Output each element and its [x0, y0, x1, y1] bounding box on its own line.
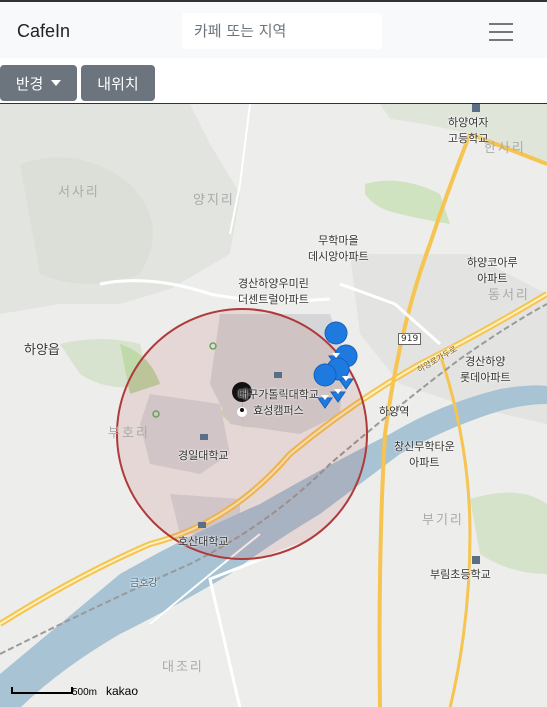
label-bohori: 부호리 — [108, 426, 150, 441]
label-muhak-apt: 무학마을 데시앙아파트 — [308, 234, 369, 263]
menu-toggle-button[interactable] — [478, 16, 524, 48]
brand-logo[interactable]: CafeIn — [17, 21, 70, 42]
label-hayang-girls-high: 하양여자 고등학교 — [448, 116, 489, 145]
label-sinmuhak-apt: 창신무학타운 아파트 — [394, 440, 455, 469]
navbar: CafeIn — [0, 0, 547, 58]
label-bugiri: 부기리 — [422, 513, 464, 528]
scale-bar — [11, 687, 73, 694]
kakao-attribution: kakao — [106, 684, 139, 698]
my-location-button[interactable]: 내위치 — [81, 65, 155, 101]
radius-label: 반경 — [15, 74, 44, 93]
map-toolbar: 반경 내위치 — [0, 58, 547, 103]
label-hayang-koaru: 하양코아루 아파트 — [467, 256, 518, 285]
label-kyungil-univ: 경일대학교 — [178, 449, 229, 462]
scale-label: 500m — [72, 687, 98, 698]
label-hoseo-univ: 호산대학교 — [178, 535, 229, 548]
map-view[interactable]: 하양여자 고등학교 한사리 서사리 양지리 무학마을 데시앙아파트 하양코아루 아파트… — [0, 103, 547, 707]
caret-down-icon — [51, 80, 62, 86]
hamburger-icon — [489, 23, 513, 25]
label-catholic-univ: 대구가톨릭대학교 효성캠퍼스 — [238, 388, 319, 417]
my-location-label: 내위치 — [97, 74, 139, 93]
label-hayang-lotte: 경산하양 롯데아파트 — [460, 355, 511, 384]
label-geumho-river: 금호강 — [130, 578, 158, 589]
label-route-919: 919 — [398, 333, 422, 345]
label-yangjiri: 양지리 — [193, 193, 235, 208]
label-burim-school: 부림초등학교 — [430, 568, 491, 581]
radius-dropdown-button[interactable]: 반경 — [0, 65, 77, 101]
label-umirin-apt: 경산하양우미린 더센트럴아파트 — [238, 277, 309, 306]
label-hayang-station: 하양역 — [379, 405, 410, 418]
label-hansari: 한사리 — [484, 141, 526, 156]
label-seosari: 서사리 — [58, 185, 100, 200]
search-input[interactable] — [182, 13, 382, 49]
label-daejori: 대조리 — [162, 660, 204, 675]
label-hayang-eup: 하양읍 — [24, 343, 60, 358]
label-dongseori: 동서리 — [488, 288, 530, 303]
